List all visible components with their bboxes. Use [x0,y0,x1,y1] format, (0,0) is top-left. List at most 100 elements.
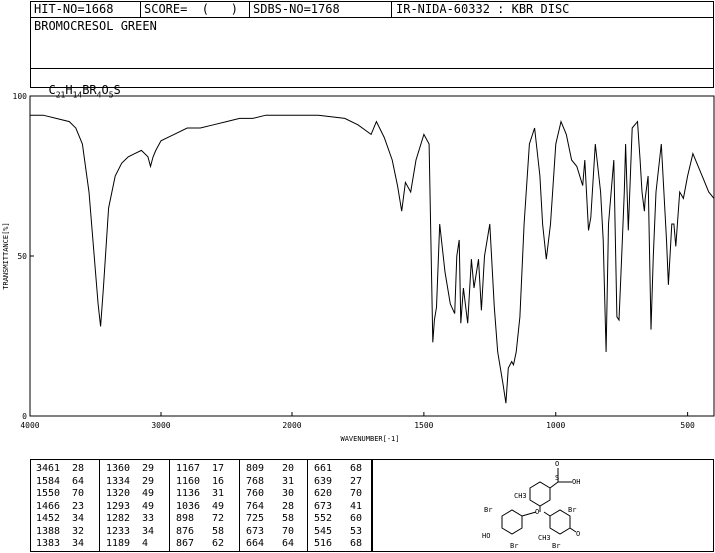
peak-wavenumber: 768 [246,475,265,487]
peak-wavenumber: 552 [314,513,333,524]
peak-transmittance: 28 [282,500,295,512]
peak-wavenumber: 876 [176,525,195,537]
peak-wavenumber: 1388 [36,525,61,537]
structure-label-br-4: Br [552,542,560,550]
structure-label-oh: OH [572,478,580,486]
peak-wavenumber: 1293 [106,500,131,512]
peak-transmittance: 68 [350,463,363,474]
peak-transmittance: 49 [142,500,155,512]
peak-transmittance: 33 [142,513,155,524]
peak-wavenumber: 1189 [106,538,131,549]
x-tick-label: 1000 [546,421,565,430]
right-ring [549,509,571,535]
peak-transmittance: 23 [72,500,85,512]
peak-transmittance: 32 [72,525,85,537]
peak-wavenumber: 661 [314,463,333,474]
peak-transmittance: 70 [350,488,363,499]
peak-wavenumber: 1452 [36,513,61,524]
peak-wavenumber: 1360 [106,463,131,474]
peak-wavenumber: 1320 [106,488,131,499]
peak-table-column-separator [239,459,240,552]
peak-wavenumber: 620 [314,488,333,499]
peak-wavenumber: 760 [246,488,265,499]
peak-wavenumber: 809 [246,463,265,474]
peak-transmittance: 34 [72,538,85,549]
peak-wavenumber: 1466 [36,500,61,512]
peak-wavenumber: 1550 [36,488,61,499]
peak-transmittance: 41 [350,500,363,512]
peak-transmittance: 34 [142,525,155,537]
peak-table-column-separator [99,459,100,552]
molecular-structure: Br CH3 HO Br Br CH3 Br O O O S OH [482,460,580,550]
peak-transmittance: 29 [142,463,155,474]
left-ring [501,509,523,535]
peak-wavenumber: 764 [246,500,265,512]
x-tick-label: 4000 [20,421,39,430]
peak-transmittance: 64 [72,475,85,487]
peak-transmittance: 16 [212,475,225,487]
peak-transmittance: 72 [212,513,225,524]
plot-frame [29,95,715,417]
structure-label-o-3: O [555,460,559,468]
x-tick-label: 1500 [414,421,433,430]
peak-transmittance: 20 [282,463,295,474]
peak-wavenumber: 725 [246,513,265,524]
peak-wavenumber: 673 [246,525,265,537]
peak-wavenumber: 664 [246,538,265,549]
peak-transmittance: 49 [142,488,155,499]
peak-wavenumber: 898 [176,513,195,524]
spectrum-line [30,114,715,404]
peak-transmittance: 31 [212,488,225,499]
peak-transmittance: 58 [282,513,295,524]
peak-transmittance: 60 [350,513,363,524]
peak-wavenumber: 1036 [176,500,201,512]
peak-transmittance: 49 [212,500,225,512]
structure-label-ch3-2: CH3 [538,534,551,542]
peak-wavenumber: 1167 [176,463,201,474]
structure-label-o-1: O [576,530,580,538]
peak-wavenumber: 1334 [106,475,131,487]
peak-wavenumber: 1584 [36,475,61,487]
x-tick-label: 500 [680,421,695,430]
y-tick-label: 0 [22,412,27,421]
peak-transmittance: 68 [350,538,363,549]
peak-table-column-separator [169,459,170,552]
y-tick-label: 50 [17,252,27,261]
x-axis-label: WAVENUMBER[-1] [340,435,399,443]
structure-label-s: S [555,474,559,482]
peak-transmittance: 64 [282,538,295,549]
x-tick-label: 2000 [282,421,301,430]
peak-transmittance: 70 [72,488,85,499]
top-ring [529,481,551,507]
structure-label-o-2: O [535,508,539,516]
peak-transmittance: 34 [72,513,85,524]
peak-transmittance: 30 [282,488,295,499]
peak-wavenumber: 3461 [36,463,61,474]
structure-label-br-1: Br [484,506,492,514]
peak-wavenumber: 545 [314,525,333,537]
peak-wavenumber: 1233 [106,525,131,537]
peak-wavenumber: 1136 [176,488,201,499]
peak-wavenumber: 1160 [176,475,201,487]
y-axis-label: TRANSMITTANCE[%] [2,222,10,289]
peak-wavenumber: 516 [314,538,333,549]
structure-label-br-3: Br [568,506,576,514]
peak-wavenumber: 639 [314,475,333,487]
peak-transmittance: 29 [142,475,155,487]
peak-wavenumber: 1282 [106,513,131,524]
peak-wavenumber: 1383 [36,538,61,549]
peak-transmittance: 4 [142,538,149,549]
peak-transmittance: 62 [212,538,225,549]
peak-transmittance: 27 [350,475,363,487]
peak-transmittance: 58 [212,525,225,537]
peak-transmittance: 31 [282,475,295,487]
peak-wavenumber: 673 [314,500,333,512]
peak-table-column-separator [307,459,308,552]
peak-transmittance: 17 [212,463,225,474]
structure-label-ch3-1: CH3 [514,492,527,500]
peak-transmittance: 70 [282,525,295,537]
y-tick-label: 100 [13,92,28,101]
x-tick-label: 3000 [151,421,170,430]
peak-transmittance: 53 [350,525,363,537]
peak-wavenumber: 867 [176,538,195,549]
